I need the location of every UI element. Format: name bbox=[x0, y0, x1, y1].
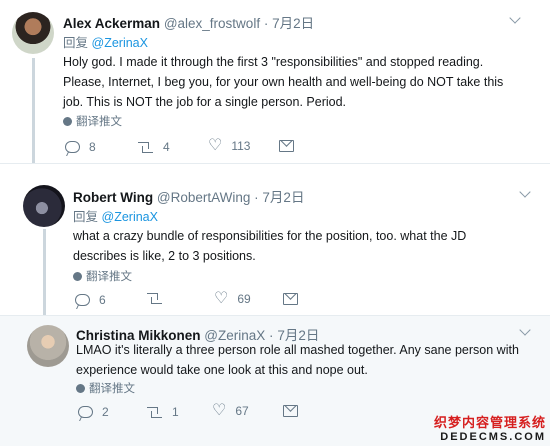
heart-icon: ♡ bbox=[212, 402, 227, 419]
tweet-text-line: LMAO it's literally a three person role … bbox=[76, 343, 519, 357]
reply-button[interactable]: 2 bbox=[78, 405, 109, 419]
translate-link[interactable]: 翻译推文 bbox=[76, 380, 135, 396]
reply-context: 回复 @ZerinaX bbox=[73, 206, 158, 225]
reply-count: 6 bbox=[99, 293, 106, 307]
retweet-count: 4 bbox=[163, 140, 170, 154]
reply-to-link[interactable]: @ZerinaX bbox=[102, 210, 158, 224]
reply-count: 8 bbox=[89, 140, 96, 154]
thread-line bbox=[43, 229, 46, 316]
thread-line bbox=[32, 58, 35, 163]
retweet-icon bbox=[137, 141, 154, 153]
reply-prefix: 回复 bbox=[63, 36, 89, 50]
direct-message-button[interactable] bbox=[283, 293, 298, 305]
author-handle[interactable]: @RobertAWing bbox=[157, 190, 251, 205]
direct-message-button[interactable] bbox=[283, 405, 298, 417]
retweet-button[interactable]: 4 bbox=[137, 140, 170, 154]
tweet-alex-ackerman[interactable]: Alex Ackerman @alex_frostwolf · 7月2日 回复 … bbox=[0, 0, 550, 163]
like-count: 67 bbox=[235, 404, 249, 418]
translate-label: 翻译推文 bbox=[89, 383, 135, 395]
tweet-text-line: Holy god. I made it through the first 3 … bbox=[63, 55, 484, 69]
globe-icon bbox=[63, 116, 72, 126]
envelope-icon bbox=[279, 140, 294, 152]
reply-icon bbox=[65, 141, 80, 153]
watermark: 织梦内容管理系统 DEDECMS.COM bbox=[434, 412, 546, 443]
avatar[interactable] bbox=[27, 325, 69, 367]
tweet-text: what a crazy bundle of responsibilities … bbox=[73, 226, 543, 266]
translate-link[interactable]: 翻译推文 bbox=[63, 113, 122, 129]
globe-icon bbox=[76, 383, 85, 393]
envelope-icon bbox=[283, 293, 298, 305]
tweet-header: Robert Wing @RobertAWing · 7月2日 bbox=[73, 186, 304, 206]
reply-prefix: 回复 bbox=[73, 210, 99, 224]
like-button[interactable]: ♡ 113 bbox=[208, 138, 250, 154]
like-count: 113 bbox=[231, 139, 251, 153]
translate-link[interactable]: 翻译推文 bbox=[73, 268, 132, 284]
retweet-count: 1 bbox=[172, 405, 179, 419]
like-count: 69 bbox=[237, 292, 251, 306]
tweet-text-line: experience would take one look at this a… bbox=[76, 363, 368, 377]
direct-message-button[interactable] bbox=[279, 140, 294, 152]
envelope-icon bbox=[283, 405, 298, 417]
watermark-cn: 织梦内容管理系统 bbox=[433, 415, 546, 430]
tweet-date[interactable]: 7月2日 bbox=[272, 16, 314, 31]
author-name[interactable]: Alex Ackerman bbox=[63, 16, 160, 31]
author-name[interactable]: Robert Wing bbox=[73, 190, 153, 205]
reply-icon bbox=[75, 294, 90, 306]
tweet-text: LMAO it's literally a three person role … bbox=[76, 340, 546, 380]
like-button[interactable]: ♡ 67 bbox=[212, 403, 249, 419]
retweet-icon bbox=[146, 293, 163, 304]
like-button[interactable]: ♡ 69 bbox=[214, 291, 251, 307]
globe-icon bbox=[73, 271, 82, 281]
reply-context: 回复 @ZerinaX bbox=[63, 32, 148, 51]
watermark-url: DEDECMS.COM bbox=[440, 431, 546, 443]
reply-icon bbox=[78, 406, 93, 418]
tweet-header: Alex Ackerman @alex_frostwolf · 7月2日 bbox=[63, 12, 314, 32]
reply-button[interactable]: 8 bbox=[65, 140, 96, 154]
translate-label: 翻译推文 bbox=[76, 116, 122, 128]
avatar[interactable] bbox=[12, 12, 54, 54]
separator: · bbox=[254, 190, 259, 205]
translate-label: 翻译推文 bbox=[86, 271, 132, 283]
tweet-text-line: Please, Internet, I beg you, for your ow… bbox=[63, 75, 504, 89]
reply-button[interactable]: 6 bbox=[75, 293, 106, 307]
tweet-text-line: describes is like, 2 to 3 positions. bbox=[73, 249, 256, 263]
tweet-text-line: what a crazy bundle of responsibilities … bbox=[73, 229, 467, 243]
heart-icon: ♡ bbox=[208, 137, 223, 154]
heart-icon: ♡ bbox=[214, 290, 229, 307]
separator: · bbox=[263, 16, 269, 31]
retweet-button[interactable] bbox=[146, 293, 172, 304]
tweet-date[interactable]: 7月2日 bbox=[262, 190, 304, 205]
reply-to-link[interactable]: @ZerinaX bbox=[92, 36, 148, 50]
author-handle[interactable]: @alex_frostwolf bbox=[164, 16, 260, 31]
retweet-icon bbox=[146, 406, 163, 418]
avatar[interactable] bbox=[23, 185, 65, 227]
tweet-text: Holy god. I made it through the first 3 … bbox=[63, 52, 543, 112]
retweet-button[interactable]: 1 bbox=[146, 405, 179, 419]
reply-count: 2 bbox=[102, 405, 109, 419]
tweet-text-line: job. This is NOT the job for a single pe… bbox=[63, 95, 347, 109]
chevron-down-icon[interactable] bbox=[509, 12, 521, 24]
